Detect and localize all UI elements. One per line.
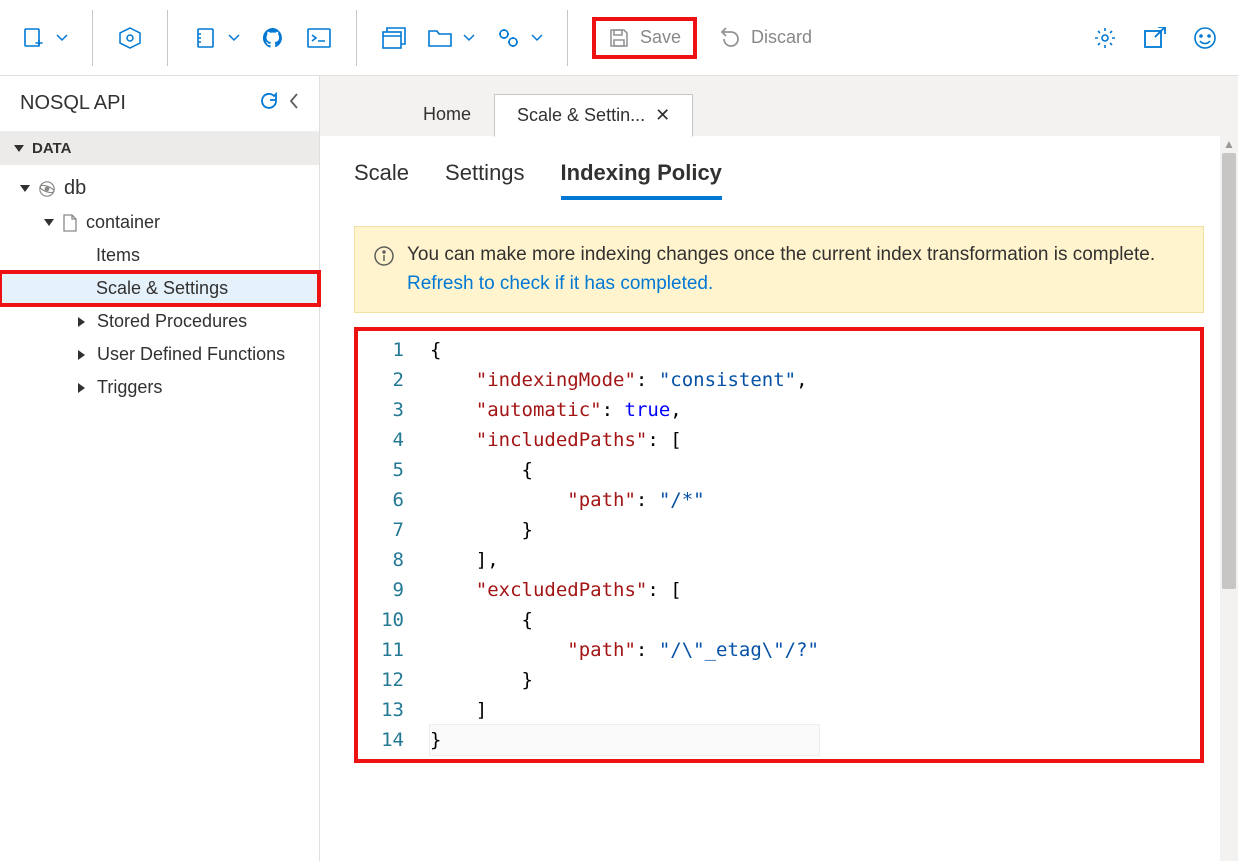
chevron-down-icon[interactable]: [531, 32, 543, 44]
sidebar-tree: db container Items Scale & Settings Stor…: [0, 165, 319, 410]
toolbar-separator: [567, 10, 568, 66]
chevron-down-icon[interactable]: [463, 32, 475, 44]
tree-db-row[interactable]: db: [0, 171, 319, 206]
section-label: DATA: [32, 140, 71, 157]
info-banner: You can make more indexing changes once …: [354, 226, 1204, 313]
sidebar-header: NOSQL API: [0, 76, 319, 132]
caret-right-icon: [78, 350, 85, 360]
tab-bar: Home Scale & Settin... ✕: [320, 76, 1238, 136]
subtab-settings[interactable]: Settings: [445, 160, 525, 200]
chevron-down-icon[interactable]: [228, 32, 240, 44]
vertical-scrollbar[interactable]: ▲: [1220, 135, 1238, 861]
sidebar-title: NOSQL API: [20, 92, 126, 115]
caret-right-icon: [78, 317, 85, 327]
sidebar: NOSQL API DATA db container: [0, 76, 320, 861]
toolbar-separator: [356, 10, 357, 66]
caret-right-icon: [78, 383, 85, 393]
chevron-down-icon[interactable]: [56, 32, 68, 44]
save-icon: [608, 27, 630, 49]
tab-label: Home: [423, 104, 471, 125]
close-icon[interactable]: ✕: [655, 105, 670, 126]
scroll-up-arrow[interactable]: ▲: [1220, 135, 1238, 151]
document-icon: [62, 214, 78, 232]
banner-text: You can make more indexing changes once …: [407, 241, 1185, 298]
scrollbar-thumb[interactable]: [1222, 153, 1236, 589]
github-icon[interactable]: [260, 25, 286, 51]
sidebar-item-stored-procedures[interactable]: Stored Procedures: [0, 305, 319, 338]
banner-message: You can make more indexing changes once …: [407, 244, 1155, 265]
sidebar-section-data[interactable]: DATA: [0, 132, 319, 165]
cosmos-icon[interactable]: [117, 25, 143, 51]
caret-down-icon: [20, 185, 30, 192]
new-resource-icon[interactable]: [20, 25, 46, 51]
feedback-smile-icon[interactable]: [1192, 25, 1218, 51]
json-editor[interactable]: 1234567891011121314 { "indexingMode": "c…: [354, 327, 1204, 763]
tab-label: Scale & Settin...: [517, 105, 645, 126]
caret-down-icon: [14, 145, 24, 152]
refresh-icon[interactable]: [259, 91, 279, 117]
sidebar-item-triggers[interactable]: Triggers: [0, 371, 319, 404]
item-label: Triggers: [97, 377, 162, 398]
windows-icon[interactable]: [381, 25, 407, 51]
banner-refresh-link[interactable]: Refresh to check if it has completed.: [407, 273, 713, 294]
folder-icon[interactable]: [427, 25, 453, 51]
caret-down-icon: [44, 219, 54, 226]
editor-code[interactable]: { "indexingMode": "consistent", "automat…: [430, 331, 819, 759]
sidebar-item-udf[interactable]: User Defined Functions: [0, 338, 319, 371]
open-external-icon[interactable]: [1142, 25, 1168, 51]
item-label: Scale & Settings: [96, 278, 228, 299]
subtab-indexing-policy[interactable]: Indexing Policy: [561, 160, 722, 200]
toolbar-separator: [167, 10, 168, 66]
top-toolbar: Save Discard: [0, 0, 1238, 76]
collapse-icon[interactable]: [287, 91, 301, 117]
sidebar-item-items[interactable]: Items: [0, 239, 319, 272]
settings-gears-icon[interactable]: [495, 25, 521, 51]
item-label: User Defined Functions: [97, 344, 285, 365]
subtab-scale[interactable]: Scale: [354, 160, 409, 200]
subtab-bar: Scale Settings Indexing Policy: [354, 160, 1204, 200]
db-label: db: [64, 177, 86, 200]
save-button[interactable]: Save: [592, 17, 697, 59]
tree-container-row[interactable]: container: [0, 206, 319, 239]
discard-label: Discard: [751, 27, 812, 48]
item-label: Stored Procedures: [97, 311, 247, 332]
toolbar-separator: [92, 10, 93, 66]
editor-gutter: 1234567891011121314: [358, 331, 430, 759]
sidebar-item-scale-settings[interactable]: Scale & Settings: [0, 272, 319, 305]
discard-button[interactable]: Discard: [707, 21, 824, 55]
notebook-icon[interactable]: [192, 25, 218, 51]
terminal-icon[interactable]: [306, 25, 332, 51]
info-icon: [373, 245, 395, 277]
undo-icon: [719, 27, 741, 49]
save-label: Save: [640, 27, 681, 48]
item-label: Items: [96, 245, 140, 266]
tab-scale-settings[interactable]: Scale & Settin... ✕: [494, 94, 693, 137]
database-icon: [38, 180, 56, 198]
container-label: container: [86, 212, 160, 233]
tab-home[interactable]: Home: [400, 93, 494, 136]
gear-icon[interactable]: [1092, 25, 1118, 51]
content-area: Home Scale & Settin... ✕ Scale Settings …: [320, 76, 1238, 861]
